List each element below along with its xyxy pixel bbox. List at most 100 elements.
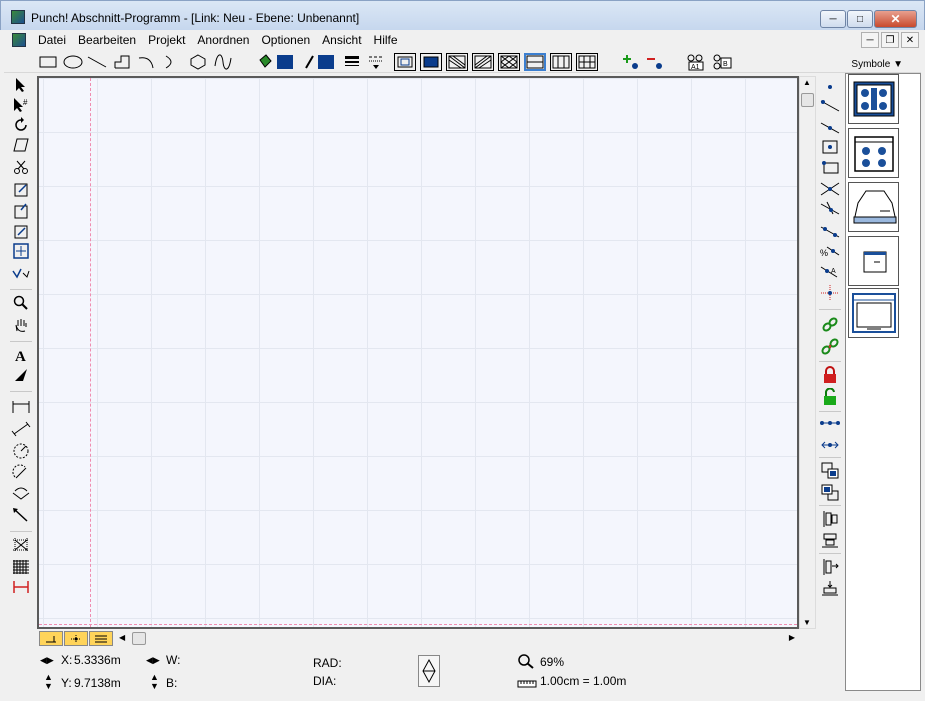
menu-ansicht[interactable]: Ansicht <box>316 33 367 47</box>
fill-color-icon[interactable] <box>256 53 296 71</box>
w-spin-icon[interactable]: ◀▶ <box>146 655 160 666</box>
menu-datei[interactable]: Datei <box>32 33 72 47</box>
remove-point-icon[interactable] <box>644 53 666 71</box>
scroll-up-icon[interactable]: ▲ <box>803 78 811 87</box>
lock-icon[interactable] <box>818 365 842 385</box>
snap-corner-icon[interactable] <box>818 157 842 177</box>
point-icon[interactable] <box>818 77 842 97</box>
snap-percent-icon[interactable]: % <box>818 241 842 261</box>
fit-frame-icon[interactable] <box>10 241 32 261</box>
symbol-oven[interactable] <box>848 288 899 338</box>
filled-box-icon[interactable] <box>420 53 442 71</box>
align-horizontal-icon[interactable] <box>818 531 842 551</box>
snap-perpendicular-icon[interactable] <box>818 199 842 219</box>
maximize-button[interactable]: □ <box>847 10 873 28</box>
layer-a1-icon[interactable]: A1 <box>684 53 708 71</box>
b-spin-icon[interactable]: ▲ ▼ <box>150 673 159 691</box>
hatch-cross-icon[interactable] <box>498 53 520 71</box>
vertical-scroll-thumb[interactable] <box>801 93 814 107</box>
doc-minimize-button[interactable]: ─ <box>861 32 879 48</box>
dimension-diagonal-icon[interactable] <box>10 419 32 439</box>
hatch-diagonal-icon[interactable] <box>446 53 468 71</box>
snap-midpoint-icon[interactable] <box>818 117 842 137</box>
distribute-horizontal-icon[interactable] <box>818 413 842 433</box>
menu-optionen[interactable]: Optionen <box>255 33 316 47</box>
hand-pan-icon[interactable] <box>10 315 32 335</box>
text-tool-icon[interactable]: A <box>10 345 32 365</box>
minimize-button[interactable]: ─ <box>820 10 846 28</box>
close-button[interactable]: ✕ <box>874 10 917 28</box>
scroll-right-icon[interactable]: ▶ <box>789 633 795 642</box>
bring-front-icon[interactable] <box>818 461 842 481</box>
doc-close-button[interactable]: ✕ <box>901 32 919 48</box>
menu-bearbeiten[interactable]: Bearbeiten <box>72 33 142 47</box>
hatch-grid-icon[interactable] <box>576 53 598 71</box>
menu-anordnen[interactable]: Anordnen <box>191 33 255 47</box>
curve-icon[interactable] <box>212 53 234 71</box>
snap-intersection-icon[interactable] <box>818 179 842 199</box>
view-tab-lines-icon[interactable] <box>89 631 113 646</box>
snap-tangent-icon[interactable] <box>818 221 842 241</box>
resize-icon[interactable] <box>10 221 32 241</box>
rectangle-icon[interactable] <box>38 53 58 71</box>
scroll-down-icon[interactable]: ▼ <box>803 618 811 627</box>
dimension-angle-icon[interactable] <box>10 483 32 503</box>
scroll-left-icon[interactable]: ◀ <box>119 633 125 642</box>
unlock-icon[interactable] <box>818 387 842 407</box>
symbol-cooktop[interactable] <box>848 128 899 178</box>
zoom-status-icon[interactable] <box>517 653 535 672</box>
symbol-appliance-box[interactable] <box>848 236 899 286</box>
hatch-horizontal-icon[interactable] <box>524 53 546 71</box>
move-in-icon[interactable] <box>10 179 32 199</box>
dimension-horizontal-icon[interactable] <box>10 397 32 417</box>
line-weight-icon[interactable] <box>342 53 362 71</box>
mirror-icon[interactable] <box>10 263 32 283</box>
x-spin-icon[interactable]: ◀▶ <box>40 655 54 666</box>
text-angle-icon[interactable] <box>10 365 32 385</box>
vertical-scrollbar[interactable]: ▲ ▼ <box>799 76 816 629</box>
space-horizontal-icon[interactable] <box>818 579 842 599</box>
polyline-icon[interactable] <box>112 53 132 71</box>
drawing-canvas[interactable] <box>37 76 799 629</box>
skew-icon[interactable] <box>10 135 32 155</box>
menu-hilfe[interactable]: Hilfe <box>368 33 404 47</box>
space-vertical-icon[interactable] <box>818 557 842 577</box>
dimension-diameter-icon[interactable] <box>10 463 32 483</box>
symbol-stove-top[interactable] <box>848 74 899 124</box>
rotation-preview-icon[interactable] <box>418 655 440 687</box>
snap-grid-point-icon[interactable] <box>818 283 842 303</box>
align-vertical-icon[interactable] <box>818 509 842 529</box>
leader-line-icon[interactable] <box>10 505 32 525</box>
link-icon[interactable] <box>818 315 842 335</box>
layer-b-icon[interactable]: B <box>710 53 734 71</box>
unlink-icon[interactable] <box>818 337 842 357</box>
menu-projekt[interactable]: Projekt <box>142 33 191 47</box>
grid-snap-icon[interactable] <box>10 535 32 555</box>
select-points-icon[interactable]: # <box>10 95 32 115</box>
zoom-icon[interactable] <box>10 293 32 313</box>
symbole-dropdown[interactable]: Symbole ▼ <box>851 59 903 70</box>
rotate-icon[interactable] <box>10 115 32 135</box>
app-icon[interactable] <box>11 10 25 24</box>
add-point-icon[interactable] <box>620 53 642 71</box>
scissors-icon[interactable] <box>10 157 32 177</box>
dimension-radius-icon[interactable] <box>10 441 32 461</box>
grid-icon[interactable] <box>10 557 32 577</box>
arc-icon[interactable] <box>136 53 156 71</box>
half-circle-icon[interactable] <box>160 53 178 71</box>
line-color-icon[interactable] <box>302 53 338 71</box>
hatch-reverse-icon[interactable] <box>472 53 494 71</box>
ellipse-icon[interactable] <box>62 53 84 71</box>
snap-endpoint-icon[interactable] <box>818 95 842 115</box>
line-icon[interactable] <box>86 53 108 71</box>
move-out-icon[interactable] <box>10 201 32 221</box>
horizontal-scroll-thumb[interactable] <box>132 632 146 645</box>
snap-center-icon[interactable] <box>818 137 842 157</box>
doc-restore-button[interactable]: ❐ <box>881 32 899 48</box>
view-tab-bottom-icon[interactable] <box>39 631 63 646</box>
grid-spacing-icon[interactable] <box>10 577 32 597</box>
document-icon[interactable] <box>12 33 26 47</box>
view-tab-center-icon[interactable] <box>64 631 88 646</box>
select-arrow-icon[interactable] <box>10 75 32 95</box>
y-spin-icon[interactable]: ▲ ▼ <box>44 673 53 691</box>
